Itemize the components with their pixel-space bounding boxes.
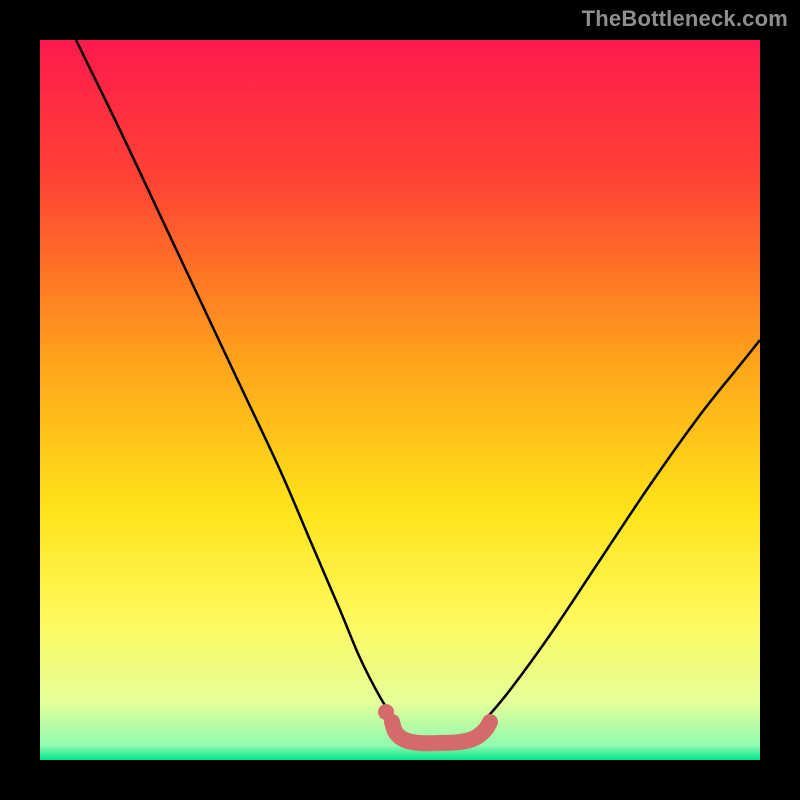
gradient-background xyxy=(40,40,760,760)
plot-area xyxy=(40,40,760,760)
chart-frame: TheBottleneck.com xyxy=(0,0,800,800)
attribution-text: TheBottleneck.com xyxy=(582,6,788,32)
left-dot xyxy=(378,704,394,720)
chart-svg xyxy=(40,40,760,760)
